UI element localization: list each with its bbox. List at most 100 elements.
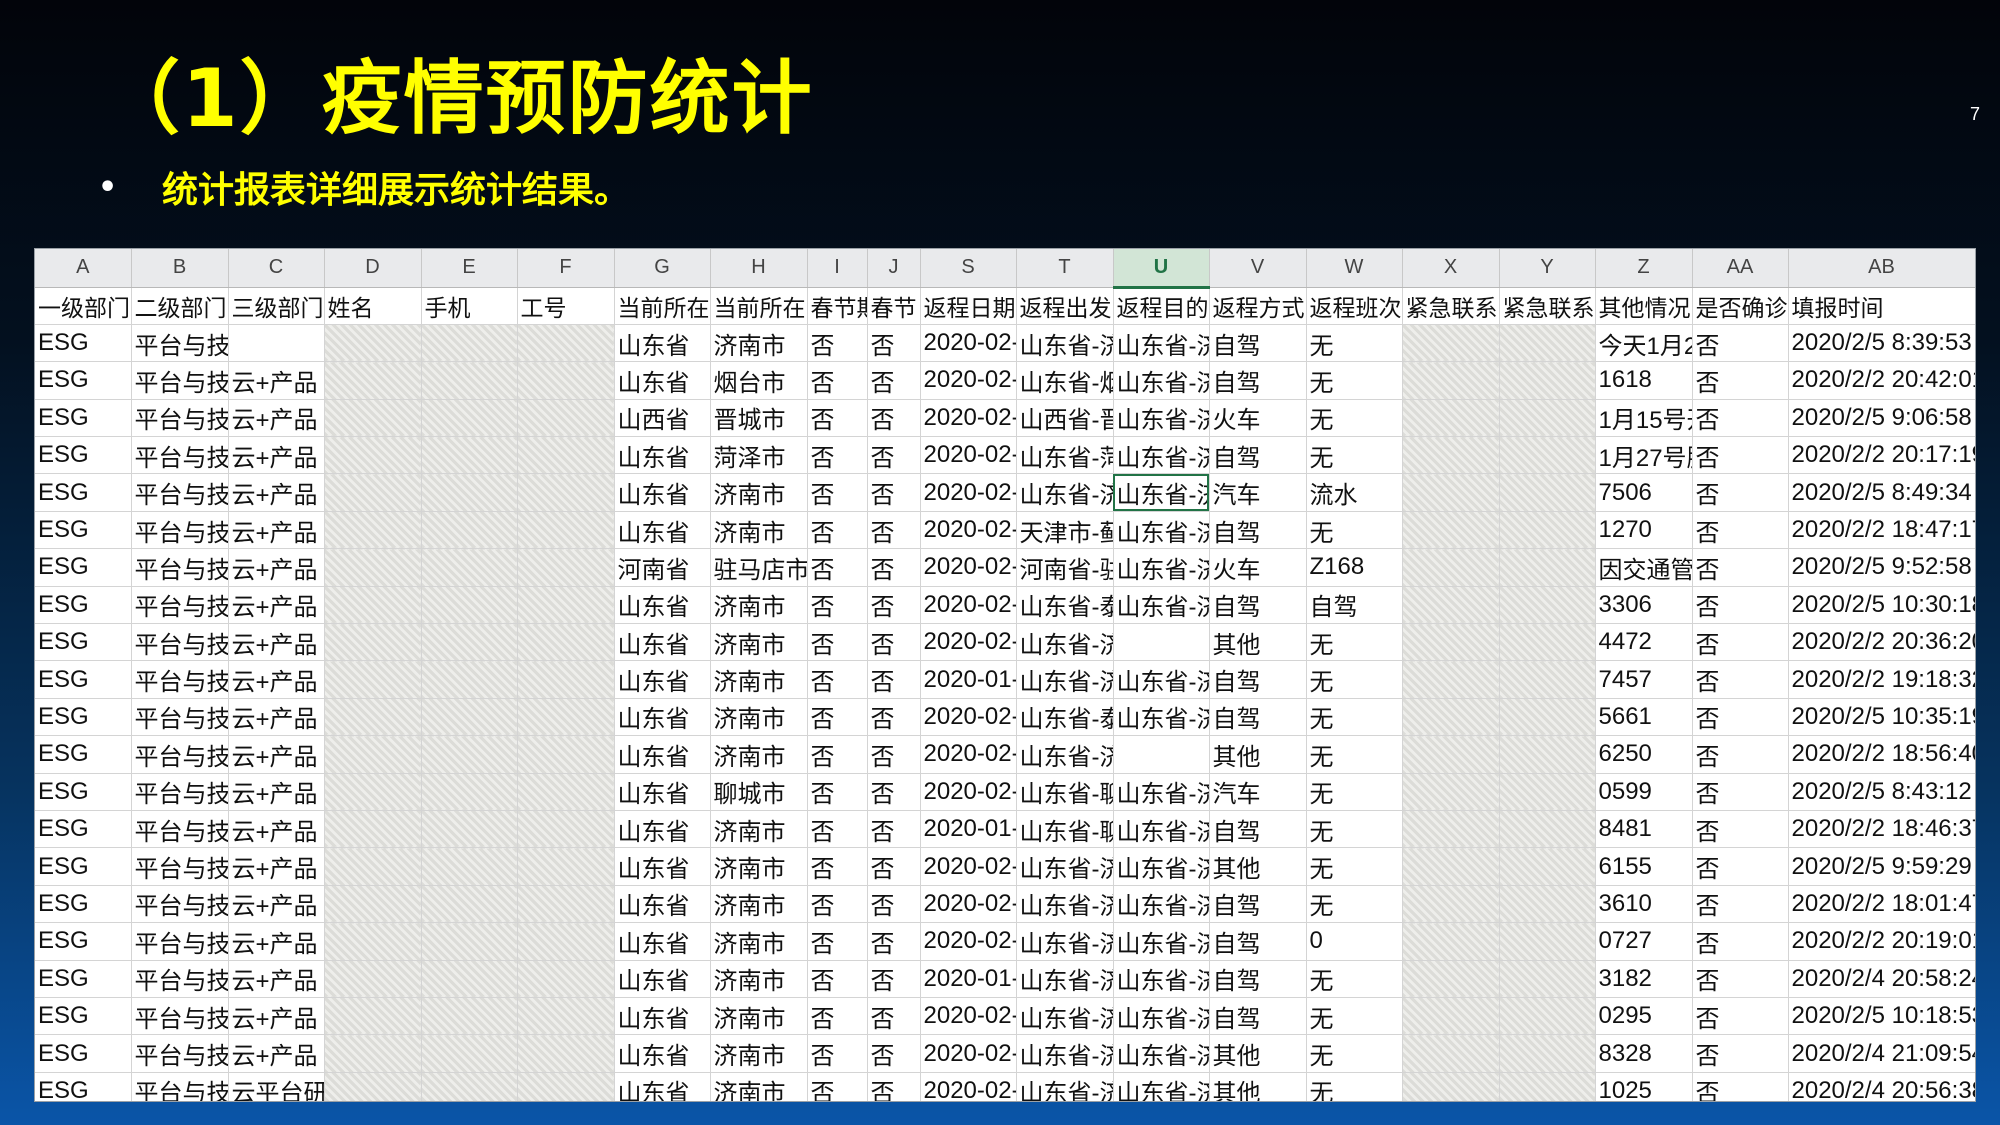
- table-cell[interactable]: 否: [867, 511, 921, 550]
- spreadsheet[interactable]: A B C D E F G H I J S T U V W X Y Z AA A…: [34, 248, 1976, 1102]
- table-cell[interactable]: ESG: [35, 810, 132, 849]
- table-cell[interactable]: 2020-02-0: [920, 511, 1017, 550]
- table-cell[interactable]: 81: [421, 548, 518, 587]
- table-cell[interactable]: [228, 324, 325, 363]
- table-cell[interactable]: 否: [1692, 922, 1789, 961]
- table-cell[interactable]: 云+产品: [228, 623, 325, 662]
- table-cell[interactable]: 无: [1306, 698, 1403, 737]
- table-cell[interactable]: 无: [1306, 885, 1403, 924]
- table-cell[interactable]: 其他: [1209, 1072, 1307, 1101]
- table-cell[interactable]: 0: [1306, 922, 1403, 961]
- table-cell[interactable]: [1499, 922, 1596, 961]
- field-header-cell[interactable]: 其他情况: [1595, 287, 1693, 325]
- table-cell[interactable]: [1499, 773, 1596, 811]
- table-cell[interactable]: 河南省: [614, 548, 711, 587]
- table-cell[interactable]: 07: [421, 773, 518, 811]
- column-header-ab[interactable]: AB: [1788, 249, 1975, 288]
- table-cell[interactable]: 其他: [1209, 847, 1307, 886]
- table-cell[interactable]: 平台与技: [131, 885, 229, 924]
- table-cell[interactable]: 山东省-济: [1113, 997, 1210, 1036]
- table-cell[interactable]: 否: [807, 847, 868, 886]
- table-cell[interactable]: 山东省-济: [1016, 1034, 1114, 1073]
- table-cell[interactable]: [1113, 735, 1210, 774]
- table-cell[interactable]: 山东省: [614, 586, 711, 625]
- table-cell[interactable]: 1月27号腺: [1595, 436, 1693, 475]
- table-cell[interactable]: [1402, 885, 1500, 924]
- table-cell[interactable]: 无: [1306, 399, 1403, 438]
- table-cell[interactable]: 山东省: [614, 1072, 711, 1101]
- field-header-cell[interactable]: 姓名: [324, 287, 422, 325]
- table-cell[interactable]: 2020-02-1: [920, 1072, 1017, 1101]
- table-cell[interactable]: [324, 698, 422, 737]
- table-cell[interactable]: 否: [867, 1034, 921, 1073]
- table-cell[interactable]: ESG: [35, 511, 132, 550]
- table-cell[interactable]: 40: [517, 847, 615, 886]
- table-cell[interactable]: 山东省-烟: [1016, 361, 1114, 400]
- table-cell[interactable]: 济南市: [710, 660, 808, 699]
- table-cell[interactable]: 山东省-济: [1113, 810, 1210, 849]
- field-header-cell[interactable]: 手机: [421, 287, 518, 325]
- table-cell[interactable]: 2020/2/5 9:52:58: [1788, 548, 1975, 587]
- table-cell[interactable]: 3182: [1595, 960, 1693, 998]
- table-cell[interactable]: ESG: [35, 324, 132, 363]
- table-cell[interactable]: 78: [421, 735, 518, 774]
- table-cell[interactable]: 因交通管: [1595, 548, 1693, 587]
- table-cell[interactable]: ESG: [35, 548, 132, 587]
- table-cell[interactable]: 否: [867, 436, 921, 475]
- table-cell[interactable]: 2020-02-1: [920, 847, 1017, 886]
- table-cell[interactable]: 平台与技: [131, 922, 229, 961]
- table-cell[interactable]: 2020/2/2 20:19:01: [1788, 922, 1975, 961]
- table-cell[interactable]: 否: [807, 548, 868, 587]
- table-cell[interactable]: 无: [1306, 324, 1403, 363]
- table-cell[interactable]: 3610: [1595, 885, 1693, 924]
- table-cell[interactable]: 平台与技: [131, 399, 229, 438]
- table-cell[interactable]: 济南市: [710, 511, 808, 550]
- table-cell[interactable]: 0599: [1595, 773, 1693, 811]
- table-cell[interactable]: ESG: [35, 586, 132, 625]
- table-cell[interactable]: 云+产品: [228, 997, 325, 1036]
- table-cell[interactable]: 云+产品: [228, 436, 325, 475]
- field-header-cell[interactable]: 返程班次: [1306, 287, 1403, 325]
- table-cell[interactable]: 平台与技术部: [131, 324, 229, 363]
- table-cell[interactable]: ESG: [35, 885, 132, 924]
- table-cell[interactable]: 否: [1692, 324, 1789, 363]
- table-cell[interactable]: 2020-02-1: [920, 436, 1017, 475]
- table-cell[interactable]: 山东省: [614, 810, 711, 849]
- table-cell[interactable]: [1402, 623, 1500, 662]
- table-cell[interactable]: 2020-02-0: [920, 586, 1017, 625]
- table-cell[interactable]: 否: [867, 847, 921, 886]
- table-cell[interactable]: 否: [867, 361, 921, 400]
- table-cell[interactable]: 山东省-泰: [1016, 698, 1114, 737]
- table-cell[interactable]: 自驾: [1209, 324, 1307, 363]
- table-cell[interactable]: 济南市: [710, 1072, 808, 1101]
- table-cell[interactable]: 自驾: [1209, 586, 1307, 625]
- table-cell[interactable]: 1月15号开: [1595, 399, 1693, 438]
- table-cell[interactable]: [324, 548, 422, 587]
- table-cell[interactable]: 山东省: [614, 511, 711, 550]
- table-cell[interactable]: 山东省: [614, 960, 711, 998]
- table-cell[interactable]: 山东省: [614, 773, 711, 811]
- table-cell[interactable]: 2020/2/2 20:42:01: [1788, 361, 1975, 400]
- column-header-b[interactable]: B: [131, 249, 229, 288]
- table-cell[interactable]: 山东省-聊: [1016, 810, 1114, 849]
- table-cell[interactable]: [1499, 1034, 1596, 1073]
- table-cell[interactable]: 驻马店市: [710, 548, 808, 587]
- table-cell[interactable]: 平台与技: [131, 436, 229, 475]
- table-cell[interactable]: 济南市: [710, 885, 808, 924]
- table-cell[interactable]: 否: [867, 660, 921, 699]
- table-cell[interactable]: [1499, 885, 1596, 924]
- table-cell[interactable]: 烟台市: [710, 361, 808, 400]
- table-cell[interactable]: 山东省-济: [1113, 548, 1210, 587]
- table-cell[interactable]: 2020/2/2 18:46:37: [1788, 810, 1975, 849]
- table-cell[interactable]: 2020/2/5 8:49:34: [1788, 473, 1975, 512]
- table-cell[interactable]: 山东省: [614, 735, 711, 774]
- field-header-cell[interactable]: 填报时间: [1788, 287, 1975, 325]
- table-cell[interactable]: 火车: [1209, 399, 1307, 438]
- column-header-e[interactable]: E: [421, 249, 518, 288]
- table-cell[interactable]: 山东省: [614, 1034, 711, 1073]
- table-cell[interactable]: 其他: [1209, 735, 1307, 774]
- table-cell[interactable]: [1499, 586, 1596, 625]
- column-header-x[interactable]: X: [1402, 249, 1500, 288]
- table-cell[interactable]: 山东省-济: [1113, 960, 1210, 998]
- table-cell[interactable]: [324, 511, 422, 550]
